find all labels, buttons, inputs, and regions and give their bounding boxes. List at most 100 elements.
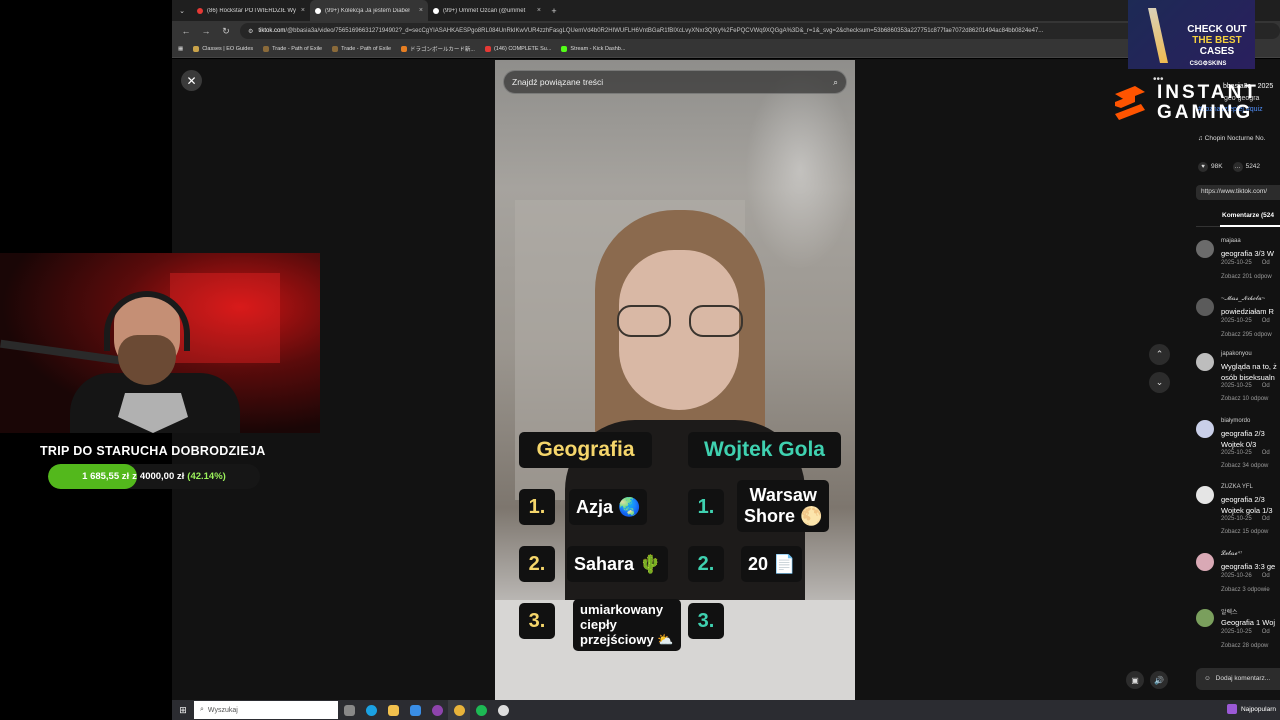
comment-item[interactable]: ~𝓜𝓲𝓼𝓼_𝓝𝓲𝓴𝓸𝓵𝓪~ powiedziałam R 2025-10-25 Od Z… <box>1196 296 1280 346</box>
edge-icon[interactable] <box>360 700 382 720</box>
comment-item[interactable]: japakonyou Wygląda na to, ż osób biseksual… <box>1196 351 1280 402</box>
answer-line: Warsaw <box>749 485 817 505</box>
ms-store-icon[interactable] <box>404 700 426 720</box>
comment-username[interactable]: ZUZKA YFL <box>1221 484 1253 490</box>
comment-item[interactable]: 𝓛𝓮𝓽𝓲𝓼𝓮⁴⁷ geografia 3:3 ge 2025-10-26 Od Zoba… <box>1196 551 1280 601</box>
goal-progress-text: 1 685,55 zł z 4000,00 zł (42.14%) <box>82 471 226 482</box>
music-link[interactable]: ♫ Chopin Nocturne No. <box>1198 135 1265 142</box>
comment-username[interactable]: białymordo <box>1221 418 1250 424</box>
quiz-header-geografia: Geografia <box>519 432 652 468</box>
bookmark-item[interactable]: (146) COMPLETE Su... <box>484 46 551 52</box>
bookmark-item[interactable]: Trade - Path of Exile <box>332 46 391 52</box>
reply-link[interactable]: Od <box>1262 260 1270 266</box>
quiz-right-answer-1: Warsaw Shore 🌕 <box>737 480 830 532</box>
view-replies-link[interactable]: Zobacz 201 odpow <box>1221 274 1272 280</box>
url-bar[interactable]: ⚙ tiktok.com/@bbasia3a/video/75651696631… <box>240 23 1280 39</box>
file-explorer-icon[interactable] <box>382 700 404 720</box>
emoji-icon[interactable]: ☺ <box>1204 675 1211 682</box>
miniplayer-button[interactable]: ▣ <box>1126 671 1144 689</box>
comment-username[interactable]: 알렉스 <box>1221 607 1238 616</box>
url-host: tiktok.com <box>258 28 286 34</box>
comment-text: powiedziałam R <box>1221 307 1274 316</box>
tab-close-icon[interactable]: × <box>301 7 305 14</box>
next-video-button[interactable]: ⌄ <box>1149 372 1170 393</box>
volume-button[interactable]: 🔊 <box>1150 671 1168 689</box>
view-replies-link[interactable]: Zobacz 10 odpow <box>1221 396 1268 402</box>
previous-video-button[interactable]: ⌃ <box>1149 344 1170 365</box>
browser-tab-2[interactable]: (99+) Ummet Ozcan (@ummet × <box>428 0 546 21</box>
reload-icon[interactable]: ↻ <box>220 26 232 37</box>
chevron-down-icon: ⌄ <box>1155 377 1164 387</box>
reply-link[interactable]: Od <box>1262 383 1270 389</box>
reply-link[interactable]: Od <box>1262 573 1270 579</box>
view-replies-link[interactable]: Zobacz 34 odpow <box>1221 463 1268 469</box>
view-replies-link[interactable]: Zobacz 295 odpow <box>1221 332 1272 338</box>
comment-item[interactable]: 알렉스 Geografia 1 Woj 2025-10-25 Od Zobacz 28 … <box>1196 607 1280 657</box>
avatar[interactable] <box>1196 609 1214 627</box>
browser-tab-0[interactable]: (86) Rockstar POTWIERDZIŁ Wy × <box>192 0 310 21</box>
tray-label[interactable]: Najpopularn <box>1241 706 1276 713</box>
tab-close-icon[interactable]: × <box>419 7 423 14</box>
view-replies-link[interactable]: Zobacz 15 odpow <box>1221 529 1268 535</box>
reply-link[interactable]: Od <box>1262 318 1270 324</box>
site-info-icon[interactable]: ⚙ <box>248 28 253 35</box>
avatar[interactable] <box>1196 486 1214 504</box>
tab-search-chevron-icon[interactable]: ⌄ <box>172 7 192 15</box>
search-placeholder: Znajdź powiązane treści <box>512 77 604 87</box>
comment-username[interactable]: majaaa <box>1221 238 1241 244</box>
comment-date: 2025-10-25 Od <box>1221 629 1270 635</box>
avatar[interactable] <box>1196 553 1214 571</box>
spotify-icon[interactable] <box>470 700 492 720</box>
bookmarks-bar: ▦ Classes | EO Guides Trade - Path of Ex… <box>172 41 1280 58</box>
bookmark-item[interactable]: Stream - Kick Dashb... <box>561 46 625 52</box>
related-search-input[interactable]: Znajdź powiązane treści ⌕ <box>503 70 847 94</box>
bookmark-label: Classes | EO Guides <box>202 46 254 52</box>
youtube-favicon-icon <box>197 7 203 14</box>
comment-button[interactable]: … 5242 <box>1232 162 1260 172</box>
avatar[interactable] <box>1196 240 1214 258</box>
avatar[interactable] <box>1196 420 1214 438</box>
windows-start-icon[interactable]: ⊞ <box>172 705 194 716</box>
apps-grid-icon[interactable]: ▦ <box>178 46 183 52</box>
avatar[interactable] <box>1196 298 1214 316</box>
view-replies-link[interactable]: Zobacz 3 odpowie <box>1221 587 1270 593</box>
tab-comments[interactable]: Komentarze (524 <box>1222 212 1274 219</box>
forward-arrow-icon[interactable]: → <box>200 26 212 36</box>
search-icon[interactable]: ⌕ <box>833 77 838 88</box>
speaker-icon: 🔊 <box>1154 675 1164 685</box>
back-arrow-icon[interactable]: ← <box>180 26 192 36</box>
comment-username[interactable]: ~𝓜𝓲𝓼𝓼_𝓝𝓲𝓴𝓸𝓵𝓪~ <box>1221 296 1265 303</box>
obs-icon[interactable] <box>492 700 514 720</box>
quiz-right-number-3: 3. <box>688 603 724 639</box>
csgoskins-ad-banner[interactable]: CHECK OUT THE BEST CASES CSG⚙SKINS <box>1128 0 1255 69</box>
reply-link[interactable]: Od <box>1262 450 1270 456</box>
reply-link[interactable]: Od <box>1262 629 1270 635</box>
chrome-icon[interactable] <box>448 700 470 720</box>
app-icon[interactable] <box>426 700 448 720</box>
task-view-icon[interactable] <box>338 700 360 720</box>
comment-username[interactable]: 𝓛𝓮𝓽𝓲𝓼𝓮⁴⁷ <box>1221 551 1242 558</box>
ad-headline: CHECK OUT THE BEST CASES <box>1187 24 1247 57</box>
browser-tab-1[interactable]: (99+) Kolekcja Ja jestem Diabeł × <box>310 0 428 21</box>
like-button[interactable]: ♥ 98K <box>1198 162 1223 172</box>
close-video-button[interactable]: ✕ <box>181 70 202 91</box>
new-tab-button[interactable]: + <box>546 6 562 16</box>
bookmark-label: Trade - Path of Exile <box>272 46 323 52</box>
comment-item[interactable]: białymordo geografia 2/3 Wojtek 0/3 2025-10… <box>1196 418 1280 469</box>
miniplayer-icon: ▣ <box>1131 675 1139 685</box>
add-comment-input[interactable]: ☺ Dodaj komentarz... <box>1196 668 1280 690</box>
comment-text: Geografia 1 Woj <box>1221 618 1276 627</box>
reply-link[interactable]: Od <box>1262 516 1270 522</box>
view-replies-link[interactable]: Zobacz 28 odpow <box>1221 643 1268 649</box>
comment-item[interactable]: majaaa geografia 3/3 W 2025-10-25 Od Zobacz … <box>1196 238 1280 288</box>
copy-link-field[interactable]: https://www.tiktok.com/ <box>1196 185 1280 200</box>
comment-item[interactable]: ZUZKA YFL geografia 2/3 Wojtek gola 1/3 202… <box>1196 484 1280 535</box>
tab-close-icon[interactable]: × <box>537 7 541 14</box>
taskbar-search-input[interactable]: ⌕ Wyszukaj <box>194 701 338 719</box>
news-widget-icon[interactable] <box>1226 704 1237 714</box>
bookmark-item[interactable]: Classes | EO Guides <box>193 46 253 52</box>
avatar[interactable] <box>1196 353 1214 371</box>
bookmark-item[interactable]: ドラゴンボールカード新... <box>401 45 475 53</box>
bookmark-item[interactable]: Trade - Path of Exile <box>263 46 322 52</box>
comment-username[interactable]: japakonyou <box>1221 351 1252 357</box>
